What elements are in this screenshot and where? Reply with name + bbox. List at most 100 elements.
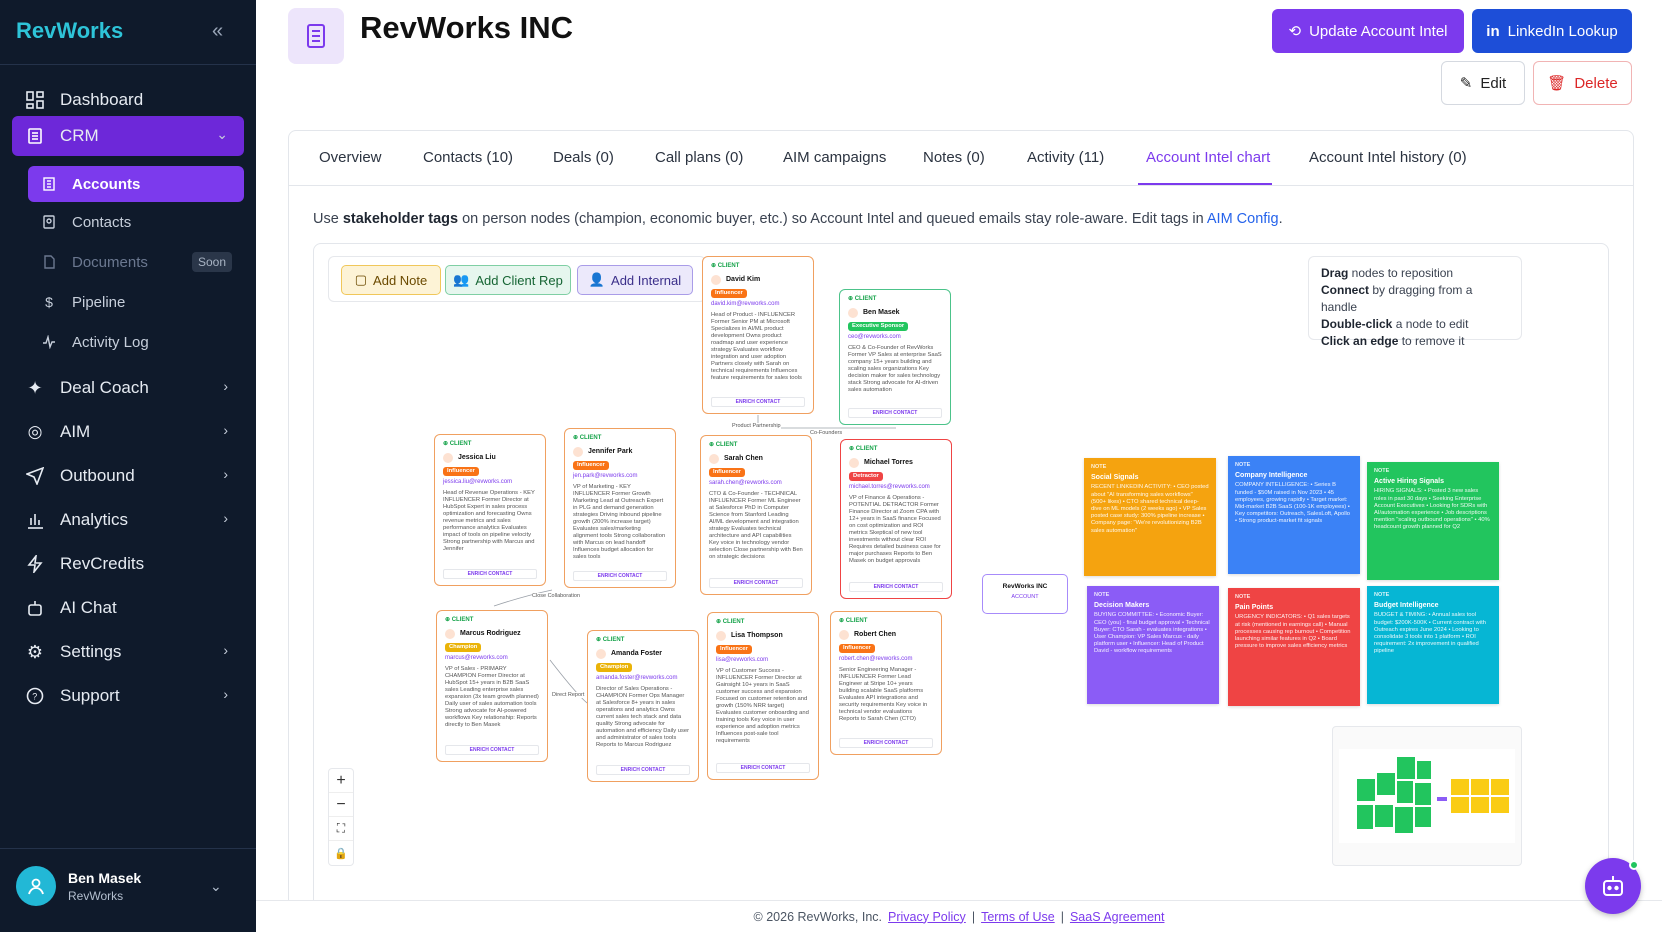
tab-contacts[interactable]: Contacts (10) xyxy=(423,149,513,166)
tab-account-intel-chart[interactable]: Account Intel chart xyxy=(1146,149,1270,166)
tab-notes[interactable]: Notes (0) xyxy=(923,149,985,166)
online-indicator xyxy=(1629,860,1639,870)
zoom-in-button[interactable]: + xyxy=(329,769,353,793)
contact-node[interactable]: ⊕ CLIENT Ben Masek Executive Sponsor ceo@re… xyxy=(839,289,951,425)
contact-name: Marcus Rodriguez xyxy=(445,628,539,639)
minimap-note xyxy=(1491,779,1509,795)
contact-node[interactable]: ⊕ CLIENT Jennifer Park Influencer jen.park@… xyxy=(564,428,676,588)
contact-node[interactable]: ⊕ CLIENT Robert Chen Influencer robert.chen… xyxy=(830,611,942,755)
enrich-contact-button[interactable]: ENRICH CONTACT xyxy=(839,738,933,748)
enrich-contact-button[interactable]: ENRICH CONTACT xyxy=(573,571,667,581)
enrich-contact-button[interactable]: ENRICH CONTACT xyxy=(849,582,943,592)
add-note-button[interactable]: ▢ Add Note xyxy=(341,265,441,295)
edit-button[interactable]: ✎ Edit xyxy=(1441,61,1525,105)
saas-agreement-link[interactable]: SaaS Agreement xyxy=(1070,910,1165,924)
sidebar-item-crm[interactable]: CRM ⌄ xyxy=(12,116,244,156)
aim-config-link[interactable]: AIM Config xyxy=(1207,211,1279,227)
note-card[interactable]: NOTE Decision Makers BUYING COMMITTEE: • E… xyxy=(1087,586,1219,704)
sidebar-subitem-activity-log[interactable]: Activity Log xyxy=(28,324,244,360)
account-node[interactable]: RevWorks INC ACCOUNT xyxy=(982,574,1068,614)
enrich-contact-button[interactable]: ENRICH CONTACT xyxy=(596,765,690,775)
terms-link[interactable]: Terms of Use xyxy=(981,910,1055,924)
tab-aim-campaigns[interactable]: AIM campaigns xyxy=(783,149,886,166)
sidebar-item-dashboard[interactable]: Dashboard xyxy=(12,80,244,120)
enrich-contact-button[interactable]: ENRICH CONTACT xyxy=(711,397,805,407)
edge-label[interactable]: Close Collaboration xyxy=(532,593,580,599)
user-name: Ben Masek xyxy=(68,869,142,886)
sidebar-subitem-contacts[interactable]: Contacts xyxy=(28,204,244,240)
contact-name: Sarah Chen xyxy=(709,453,803,464)
chevron-down-icon[interactable]: ⌄ xyxy=(210,878,222,895)
ai-icon: ⟲ xyxy=(1288,23,1302,40)
minimap[interactable] xyxy=(1332,726,1522,866)
ai-assistant-button[interactable] xyxy=(1585,858,1641,914)
contact-node[interactable]: ⊕ CLIENT Jessica Liu Influencer jessica.liu… xyxy=(434,434,546,586)
app-logo[interactable]: RevWorks xyxy=(16,18,123,44)
enrich-contact-button[interactable]: ENRICH CONTACT xyxy=(716,763,810,773)
note-card[interactable]: NOTE Pain Points URGENCY INDICATORS: • Q1 … xyxy=(1228,588,1360,706)
lock-button[interactable]: 🔒 xyxy=(329,841,353,865)
note-card[interactable]: NOTE Company Intelligence COMPANY INTELLIG… xyxy=(1228,456,1360,574)
avatar xyxy=(596,648,606,659)
button-label: Update Account Intel xyxy=(1309,22,1448,40)
delete-button[interactable]: 🗑 Delete xyxy=(1533,61,1632,105)
sidebar-subitem-label: Documents xyxy=(72,253,148,271)
stakeholder-tag: Influencer xyxy=(709,467,745,478)
enrich-contact-button[interactable]: ENRICH CONTACT xyxy=(848,408,942,418)
privacy-policy-link[interactable]: Privacy Policy xyxy=(888,910,966,924)
sidebar-subitem-pipeline[interactable]: $ Pipeline xyxy=(28,284,244,320)
edge-label[interactable]: Product Partnership xyxy=(732,423,781,429)
enrich-contact-button[interactable]: ENRICH CONTACT xyxy=(709,578,803,588)
add-internal-button[interactable]: 👤 Add Internal xyxy=(577,265,693,295)
zoom-out-button[interactable]: − xyxy=(329,793,353,817)
update-account-intel-button[interactable]: ⟲ Update Account Intel xyxy=(1272,9,1464,53)
chevrons-left-icon[interactable]: « xyxy=(212,20,223,43)
note-card[interactable]: NOTE Social Signals RECENT LINKEDIN ACTIVI… xyxy=(1084,458,1216,576)
add-client-rep-button[interactable]: 👥 Add Client Rep xyxy=(445,265,571,295)
contact-node[interactable]: ⊕ CLIENT Amanda Foster Champion amanda.fost… xyxy=(587,630,699,782)
sidebar-item-settings[interactable]: ⚙ Settings › xyxy=(12,632,244,672)
sidebar-item-support[interactable]: ? Support › xyxy=(12,676,244,716)
minimap-note xyxy=(1471,779,1489,795)
note-card[interactable]: NOTE Budget Intelligence BUDGET & TIMING: … xyxy=(1367,586,1499,704)
enrich-contact-button[interactable]: ENRICH CONTACT xyxy=(445,745,539,755)
minimap-node xyxy=(1377,773,1395,795)
contact-node[interactable]: ⊕ CLIENT Sarah Chen Influencer sarah.chen@r… xyxy=(700,435,812,595)
tab-account-intel-history[interactable]: Account Intel history (0) xyxy=(1309,149,1467,166)
note-card[interactable]: NOTE Active Hiring Signals HIRING SIGNALS:… xyxy=(1367,462,1499,580)
note-title: Decision Makers xyxy=(1094,602,1150,610)
chevron-right-icon: › xyxy=(223,642,228,658)
sidebar-item-deal-coach[interactable]: ✦ Deal Coach › xyxy=(12,368,244,408)
sidebar-item-ai-chat[interactable]: AI Chat xyxy=(12,588,244,628)
minimap-node xyxy=(1415,783,1431,805)
stakeholder-tag: Influencer xyxy=(839,643,875,654)
edge-label[interactable]: Direct Report xyxy=(552,692,585,698)
user-menu[interactable]: Ben Masek RevWorks xyxy=(16,866,141,906)
stakeholder-tag: Detractor xyxy=(849,471,883,482)
tab-call-plans[interactable]: Call plans (0) xyxy=(655,149,743,166)
sidebar-subitem-label: Activity Log xyxy=(72,333,149,351)
help-bold: Double-click xyxy=(1321,317,1393,331)
tab-deals[interactable]: Deals (0) xyxy=(553,149,614,166)
sidebar-subitem-label: Accounts xyxy=(72,175,141,193)
fit-view-button[interactable]: ⛶ xyxy=(329,817,353,841)
sidebar-item-analytics[interactable]: Analytics › xyxy=(12,500,244,540)
contact-email: sarah.chen@revworks.com xyxy=(709,480,782,487)
enrich-contact-button[interactable]: ENRICH CONTACT xyxy=(443,569,537,579)
contact-node[interactable]: ⊕ CLIENT Lisa Thompson Influencer lisa@revw… xyxy=(707,612,819,780)
avatar xyxy=(16,866,56,906)
contact-node[interactable]: ⊕ CLIENT Marcus Rodriguez Champion marcus@r… xyxy=(436,610,548,762)
edge-label[interactable]: Co-Founders xyxy=(810,430,843,436)
contact-node[interactable]: ⊕ CLIENT David Kim Influencer david.kim@rev… xyxy=(702,256,814,414)
intel-chart-canvas[interactable]: Product Partnership Co-Founders Close Co… xyxy=(313,243,1609,913)
sidebar-item-aim[interactable]: ◎ AIM › xyxy=(12,412,244,452)
sidebar-subitem-accounts[interactable]: Accounts xyxy=(28,166,244,202)
linkedin-lookup-button[interactable]: in LinkedIn Lookup xyxy=(1472,9,1632,53)
contact-node[interactable]: ⊕ CLIENT Michael Torres Detractor michael.t… xyxy=(840,439,952,599)
help-text: a node to edit xyxy=(1392,317,1469,331)
sidebar-item-outbound[interactable]: Outbound › xyxy=(12,456,244,496)
tab-activity[interactable]: Activity (11) xyxy=(1027,149,1104,166)
button-label: LinkedIn Lookup xyxy=(1507,22,1618,40)
tab-overview[interactable]: Overview xyxy=(319,149,382,166)
sidebar-item-revcredits[interactable]: RevCredits xyxy=(12,544,244,584)
